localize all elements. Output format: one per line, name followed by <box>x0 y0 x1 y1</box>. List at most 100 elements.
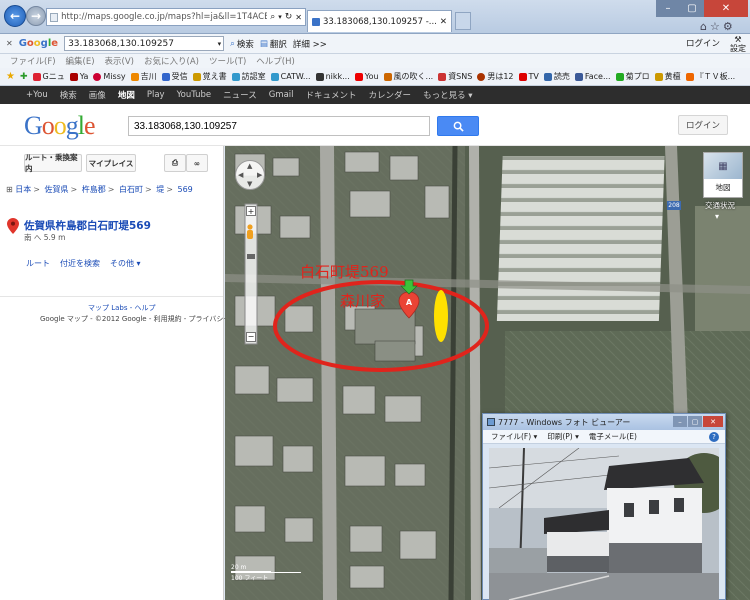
zoom-in-button[interactable]: + <box>246 206 256 216</box>
gbar-play[interactable]: Play <box>147 90 165 100</box>
footer-copyright[interactable]: Google マップ - ©2012 Google - 利用規約 - プライバシ… <box>40 314 230 324</box>
search-icon[interactable]: ⌕ <box>270 12 275 22</box>
minimize-button[interactable]: – <box>656 0 680 17</box>
traffic-toggle[interactable]: 交通状況 <box>705 200 735 211</box>
toolbar-login-link[interactable]: ログイン <box>686 37 720 49</box>
login-button[interactable]: ログイン <box>678 115 728 135</box>
favorite-item[interactable]: 男は12 <box>477 71 514 82</box>
breadcrumb-item[interactable]: 白石町 <box>119 185 143 194</box>
favorite-item[interactable]: 訪認室 <box>231 71 266 82</box>
favorite-item[interactable]: 黄檀 <box>654 71 681 82</box>
breadcrumb-item[interactable]: 日本 <box>15 185 31 194</box>
gbar-more[interactable]: もっと見る ▾ <box>423 89 472 101</box>
arrow-right-icon[interactable]: ▶ <box>257 171 262 179</box>
zoom-out-button[interactable]: − <box>246 332 256 342</box>
search-nearby-link[interactable]: 付近を検索 <box>60 258 100 269</box>
gbar-news[interactable]: ニュース <box>223 89 257 101</box>
favorite-item[interactable]: Missy <box>93 72 126 81</box>
home-icon[interactable]: ⌂ <box>700 20 710 33</box>
browser-tools[interactable]: ⌂☆⚙ <box>700 20 736 33</box>
menu-tools[interactable]: ツール(T) <box>209 55 246 67</box>
tab-maps[interactable]: 33.183068,130.109257 -... ✕ <box>307 10 452 32</box>
gbar-plus-you[interactable]: +You <box>26 90 48 100</box>
gbar-gmail[interactable]: Gmail <box>269 90 294 100</box>
arrow-left-icon[interactable]: ◀ <box>238 171 243 179</box>
forward-button[interactable]: → <box>26 6 46 26</box>
zoom-slider-thumb[interactable] <box>247 254 255 259</box>
favorites-star-icon[interactable]: ★ <box>6 71 15 82</box>
favorite-item[interactable]: Ya <box>69 72 88 81</box>
toolbar-search-input[interactable]: 33.183068,130.109257 ▾ <box>64 36 225 51</box>
dropdown-icon[interactable]: ▾ <box>278 13 282 21</box>
star-icon[interactable]: ☆ <box>710 20 723 33</box>
maps-search-input[interactable] <box>128 116 430 136</box>
search-button[interactable] <box>437 116 479 136</box>
viewer-maximize-button[interactable]: ▢ <box>688 416 702 427</box>
maximize-button[interactable]: ▢ <box>680 0 704 17</box>
favorite-item[interactable]: Gニュ <box>32 71 65 82</box>
new-tab-button[interactable] <box>455 12 471 30</box>
gbar-documents[interactable]: ドキュメント <box>306 89 357 101</box>
toolbar-details-button[interactable]: 詳細 >> <box>293 38 327 50</box>
breadcrumb-item[interactable]: 569 <box>178 185 193 194</box>
viewer-menu-file[interactable]: ファイル(F) ▾ <box>491 431 537 442</box>
favorite-item[interactable]: nikk... <box>315 72 350 81</box>
favorite-item[interactable]: Face... <box>574 72 611 81</box>
route-button[interactable]: ルート・乗換案内 <box>24 153 82 173</box>
add-favorite-icon[interactable]: ✚ <box>20 72 28 82</box>
google-logo[interactable]: Google <box>24 111 96 141</box>
menu-edit[interactable]: 編集(E) <box>66 55 95 67</box>
favorite-item[interactable]: 読売 <box>543 71 570 82</box>
gear-icon[interactable]: ⚙ <box>723 20 736 33</box>
favorite-item[interactable]: TV <box>518 72 539 81</box>
route-link[interactable]: ルート <box>26 258 50 269</box>
footer-links[interactable]: マップ Labs - ヘルプ <box>88 303 155 313</box>
viewer-minimize-button[interactable]: – <box>673 416 687 427</box>
favorite-item[interactable]: 資SNS <box>438 71 472 82</box>
place-title[interactable]: 佐賀県杵島郡白石町堤569 <box>24 218 151 233</box>
favorite-item[interactable]: 風の吹く... <box>383 71 433 82</box>
link-button[interactable]: ∞ <box>186 154 208 172</box>
favorite-item[interactable]: 受信 <box>161 71 188 82</box>
gbar-search[interactable]: 検索 <box>60 89 77 101</box>
toolbar-translate-button[interactable]: ▤ 翻訳 <box>260 38 287 50</box>
breadcrumb-item[interactable]: 堤 <box>156 185 164 194</box>
viewer-menu-email[interactable]: 電子メール(E) <box>589 431 637 442</box>
close-toolbar-icon[interactable]: ✕ <box>6 39 13 48</box>
more-link[interactable]: その他 ▾ <box>110 258 141 269</box>
menu-file[interactable]: ファイル(F) <box>10 55 56 67</box>
chevron-down-icon[interactable]: ▾ <box>715 212 719 221</box>
favorite-item[interactable]: 覚え書 <box>192 71 227 82</box>
toolbar-settings-button[interactable]: ⚒ 設定 <box>730 35 746 53</box>
breadcrumb-item[interactable]: 佐賀県 <box>45 185 69 194</box>
map-type-button[interactable]: ▦ 地図 <box>703 152 743 198</box>
address-bar[interactable]: http://maps.google.co.jp/maps?hl=ja&ll=1… <box>46 8 306 26</box>
expand-icon[interactable]: ⊞ <box>6 185 13 194</box>
menu-view[interactable]: 表示(V) <box>105 55 134 67</box>
myplace-button[interactable]: マイプレイス <box>86 154 136 172</box>
back-button[interactable]: ← <box>4 5 26 27</box>
favorite-item[interactable]: 『ＴＶ板... <box>685 71 735 82</box>
favorite-item[interactable]: 菊プロ <box>615 71 650 82</box>
breadcrumb-item[interactable]: 杵島郡 <box>82 185 106 194</box>
favorite-item[interactable]: CATW... <box>270 72 311 81</box>
close-button[interactable]: ✕ <box>704 0 748 17</box>
favorite-item[interactable]: 吉川 <box>130 71 157 82</box>
arrow-up-icon[interactable]: ▲ <box>247 162 252 170</box>
tab-close-icon[interactable]: ✕ <box>440 17 447 27</box>
stop-icon[interactable]: ✕ <box>295 13 305 22</box>
photo-viewer-window[interactable]: 7777 - Windows フォト ビューアー – ▢ ✕ ファイル(F) ▾… <box>482 413 726 600</box>
pegman-icon[interactable] <box>243 224 257 240</box>
refresh-icon[interactable]: ↻ <box>285 12 293 22</box>
print-button[interactable]: ⎙ <box>164 154 186 172</box>
help-icon[interactable]: ? <box>709 431 719 442</box>
chevron-down-icon[interactable]: ▾ <box>218 40 224 48</box>
gbar-images[interactable]: 画像 <box>89 89 106 101</box>
arrow-down-icon[interactable]: ▼ <box>247 180 252 188</box>
pan-control[interactable]: ▲ ◀ ▶ ▼ <box>235 160 265 190</box>
favorite-item[interactable]: You <box>354 72 379 81</box>
viewer-menu-print[interactable]: 印刷(P) ▾ <box>547 431 579 442</box>
gbar-calendar[interactable]: カレンダー <box>369 89 412 101</box>
gbar-youtube[interactable]: YouTube <box>177 90 212 100</box>
toolbar-search-button[interactable]: ⌕ 検索 <box>230 38 254 50</box>
